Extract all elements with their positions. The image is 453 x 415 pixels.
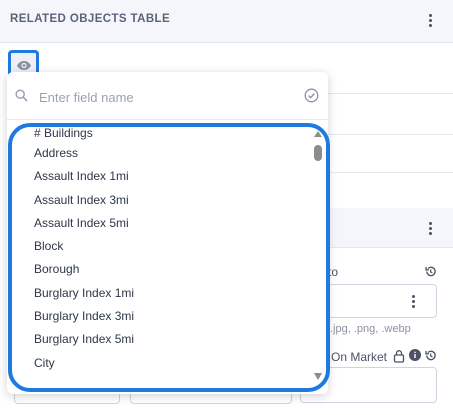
scroll-up-arrow-icon[interactable]: [314, 131, 322, 137]
field-search-bar: [7, 72, 328, 120]
history-icon[interactable]: [423, 264, 437, 278]
scrollbar-thumb[interactable]: [314, 145, 322, 161]
field-option-item[interactable]: Assault Index 3mi: [12, 189, 326, 212]
kebab-menu-icon[interactable]: [423, 13, 437, 27]
field-option-item[interactable]: Address: [12, 142, 326, 165]
field-option-item[interactable]: Borough: [12, 258, 326, 281]
field-option-item[interactable]: Burglary Index 3mi: [12, 305, 326, 328]
file-type-hint: .jpg, .png, .webp: [330, 323, 411, 335]
on-market-label: On Market: [331, 350, 388, 364]
field-options-list[interactable]: # Buildings Address Assault Index 1mi Assau…: [8, 123, 330, 392]
scroll-down-arrow-icon[interactable]: [314, 373, 322, 380]
scrollbar[interactable]: [314, 131, 322, 380]
field-option-item[interactable]: City: [12, 352, 326, 375]
field-option-item[interactable]: Assault Index 5mi: [12, 212, 326, 235]
field-options-icon[interactable]: [406, 294, 420, 308]
check-circle-icon[interactable]: [304, 88, 319, 103]
field-option-item[interactable]: Burglary Index 1mi: [12, 282, 326, 305]
field-search-input[interactable]: [39, 86, 289, 108]
field-option-item[interactable]: Block: [12, 235, 326, 258]
lock-icon: [393, 349, 405, 363]
panel-title: RELATED OBJECTS TABLE: [10, 13, 171, 25]
field-option-item[interactable]: # Buildings: [12, 127, 326, 142]
related-objects-table-header: RELATED OBJECTS TABLE: [0, 0, 453, 43]
field-option-item[interactable]: Burglary Index 5mi: [12, 328, 326, 351]
search-icon: [15, 89, 28, 102]
field-picker-dropdown: # BuildingsAddressAssault Index 1miAssau…: [7, 72, 330, 394]
kebab-menu-icon[interactable]: [423, 221, 437, 235]
history-icon[interactable]: [423, 348, 437, 362]
eye-icon: [16, 61, 31, 70]
info-icon[interactable]: [409, 349, 421, 361]
field-option-item[interactable]: Assault Index 1mi: [12, 165, 326, 188]
